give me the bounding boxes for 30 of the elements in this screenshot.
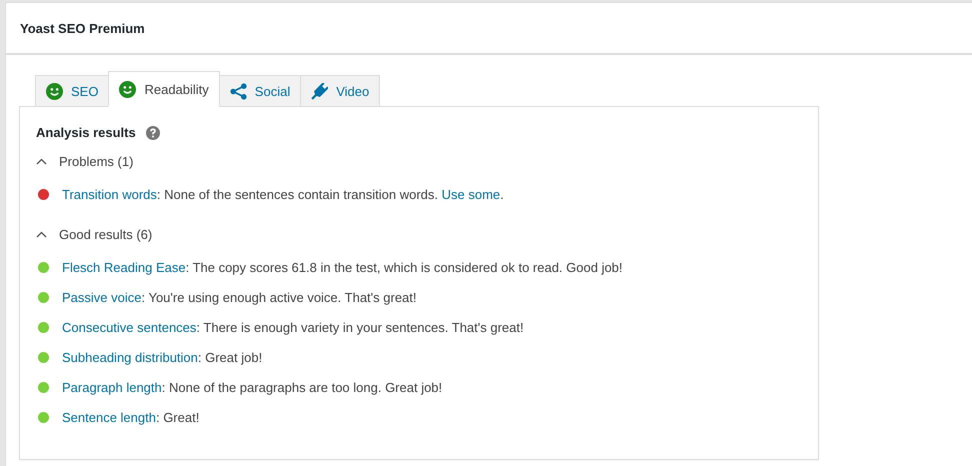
smiley-icon <box>119 80 136 98</box>
result-text: Transition words: None of the sentences contain transition words. Use some. <box>62 187 504 202</box>
tab[interactable]: SEO <box>35 75 110 107</box>
chevron-up-icon[interactable] <box>36 231 47 238</box>
result-link[interactable]: Flesch Reading Ease <box>62 260 186 275</box>
result-link[interactable]: Consecutive sentences <box>62 320 196 335</box>
tab[interactable]: Readability <box>108 71 220 107</box>
result-link[interactable]: Subheading distribution <box>62 350 198 365</box>
action-link[interactable]: Use some <box>442 187 500 202</box>
result-link[interactable]: Passive voice <box>62 290 142 305</box>
section-heading: Analysis results <box>36 125 136 140</box>
result-text: Consecutive sentences: There is enough variety in your sentences. That's great! <box>62 320 524 335</box>
result-link[interactable]: Paragraph length <box>62 380 162 395</box>
share-icon <box>230 82 247 100</box>
group-title[interactable]: Problems (1) <box>59 154 134 169</box>
group-title[interactable]: Good results (6) <box>59 227 152 242</box>
result-text: Passive voice: You're using enough active voice. That's great! <box>62 290 417 305</box>
result-text: Subheading distribution: Great job! <box>62 350 262 365</box>
tab[interactable]: Video <box>300 75 380 107</box>
result-link[interactable]: Transition words <box>62 187 157 202</box>
tab[interactable]: Social <box>218 75 302 107</box>
result-text: Paragraph length: None of the paragraphs are too long. Great job! <box>62 380 442 395</box>
result-text: Flesch Reading Ease: The copy scores 61.8 in the test, which is considered ok to read. Good job! <box>62 260 623 275</box>
chevron-up-icon[interactable] <box>36 158 47 165</box>
smiley-icon <box>46 82 63 100</box>
help-icon[interactable] <box>146 126 160 140</box>
result-link[interactable]: Sentence length <box>62 410 156 425</box>
plug-icon <box>311 82 328 100</box>
result-text: Sentence length: Great! <box>62 410 200 425</box>
window-title: Yoast SEO Premium <box>6 3 972 55</box>
